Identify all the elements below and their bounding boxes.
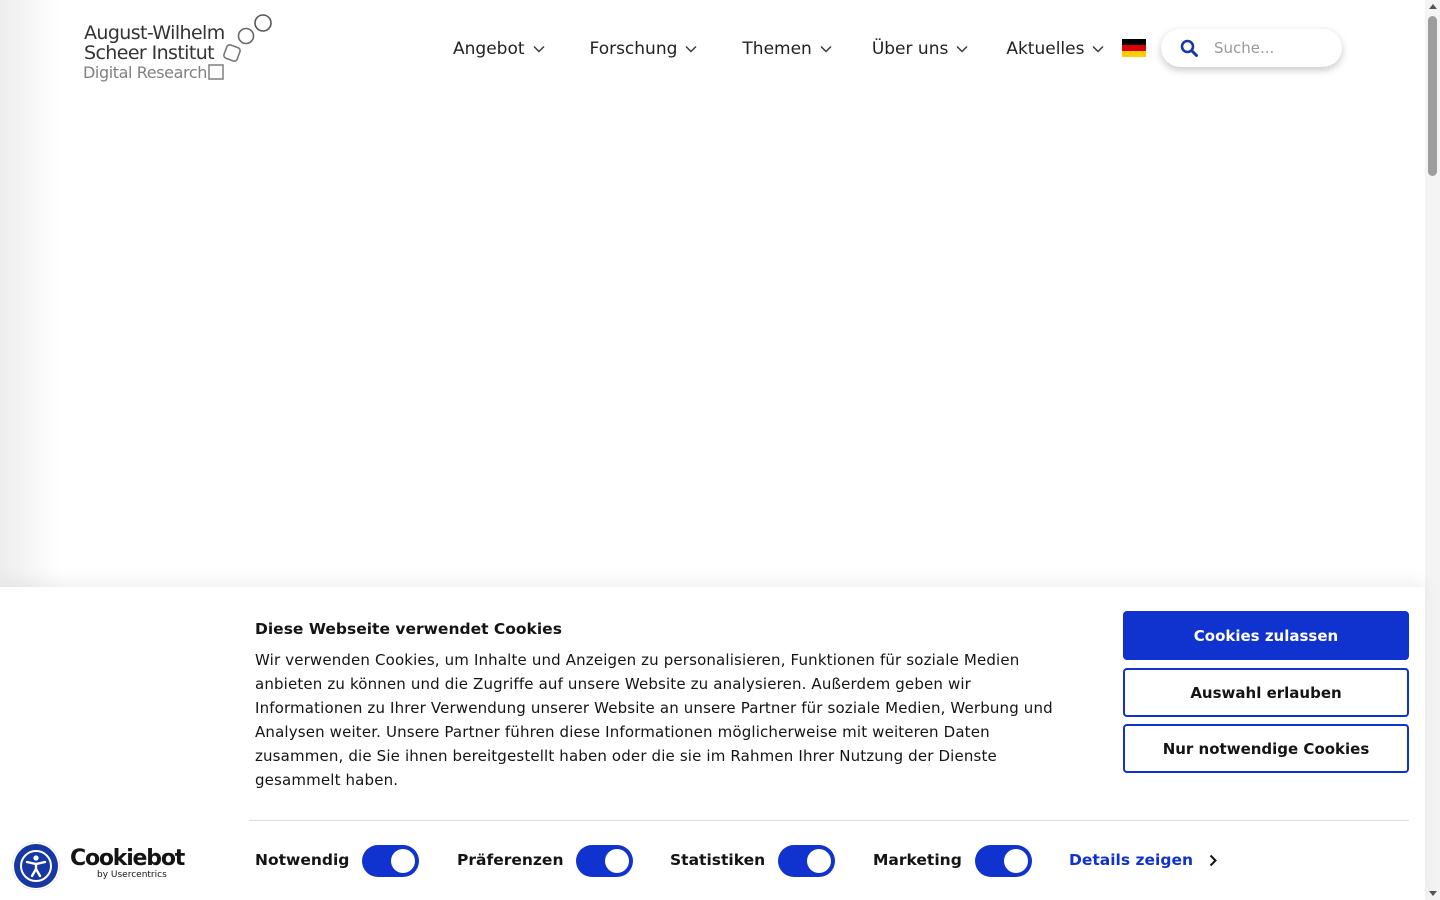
necessary-only-button[interactable]: Nur notwendige Cookies [1123, 724, 1409, 773]
flag-de-icon[interactable] [1122, 39, 1146, 57]
logo-line-2: Scheer Institut [84, 42, 215, 64]
page-scrollbar[interactable] [1425, 0, 1440, 900]
search-box [1161, 29, 1342, 67]
accessibility-button[interactable] [12, 842, 60, 890]
cookie-banner-title: Diese Webseite verwendet Cookies [255, 620, 562, 638]
nav-item-angebot[interactable]: Angebot [453, 39, 545, 59]
consent-praeferenzen: Präferenzen [457, 843, 563, 877]
consent-notwendig: Notwendig [255, 843, 349, 877]
toggle-statistiken[interactable] [778, 845, 835, 877]
consent-label: Präferenzen [457, 851, 564, 869]
cookie-banner: Diese Webseite verwendet Cookies Wir ver… [0, 587, 1425, 900]
accessibility-icon [20, 850, 52, 882]
nav-item-label: Angebot [453, 39, 525, 59]
chevron-down-icon [533, 46, 545, 53]
toggle-praeferenzen[interactable] [576, 845, 633, 877]
toggle-knob [605, 849, 629, 873]
consent-statistiken: Statistiken [670, 843, 765, 877]
nav-item-forschung[interactable]: Forschung [590, 39, 698, 59]
consent-marketing: Marketing [873, 843, 962, 877]
nav-item-label: Forschung [589, 39, 678, 59]
consent-label: Notwendig [255, 851, 350, 869]
consent-label: Statistiken [670, 851, 766, 869]
chevron-right-icon [1209, 854, 1217, 866]
allow-all-cookies-button[interactable]: Cookies zulassen [1123, 611, 1409, 660]
chevron-down-icon [1092, 46, 1104, 53]
logo-line-3: Digital Research [83, 63, 207, 82]
nav-item-themen[interactable]: Themen [742, 39, 832, 59]
show-details-link[interactable]: Details zeigen [1069, 851, 1217, 869]
site-logo[interactable]: August-Wilhelm Scheer Institut Digital R… [82, 14, 277, 84]
toggle-knob [807, 849, 831, 873]
cookie-banner-text: Wir verwenden Cookies, um Inhalte und An… [255, 651, 1053, 789]
toggle-knob [1004, 849, 1028, 873]
nav-item-label: Themen [742, 39, 812, 59]
cookie-divider [249, 820, 1409, 821]
nav-item-label: Über uns [871, 39, 949, 59]
search-icon[interactable] [1180, 39, 1198, 57]
flag-stripe-gold [1122, 51, 1146, 57]
scroll-up-icon[interactable] [1429, 4, 1437, 9]
chevron-down-icon [820, 46, 832, 53]
logo-line-1: August-Wilhelm [84, 22, 225, 44]
nav-item-aktuelles[interactable]: Aktuelles [1006, 39, 1104, 59]
chevron-down-icon [956, 46, 968, 53]
chevron-down-icon [685, 46, 697, 53]
toggle-marketing[interactable] [975, 845, 1032, 877]
main-nav: Angebot Forschung Themen Über uns Aktuel… [453, 36, 1104, 62]
scrollbar-thumb[interactable] [1428, 16, 1437, 176]
show-details-label: Details zeigen [1069, 851, 1193, 869]
nav-item-label: Aktuelles [1006, 39, 1085, 59]
scroll-down-icon[interactable] [1429, 891, 1437, 896]
allow-selection-button[interactable]: Auswahl erlauben [1123, 668, 1409, 717]
consent-label: Marketing [873, 851, 962, 869]
nav-item-ueber-uns[interactable]: Über uns [872, 39, 969, 59]
search-input[interactable] [1214, 39, 1334, 57]
toggle-knob [391, 849, 415, 873]
consent-row: Notwendig Präferenzen Statistiken Market… [0, 843, 1425, 877]
toggle-notwendig[interactable] [362, 845, 419, 877]
